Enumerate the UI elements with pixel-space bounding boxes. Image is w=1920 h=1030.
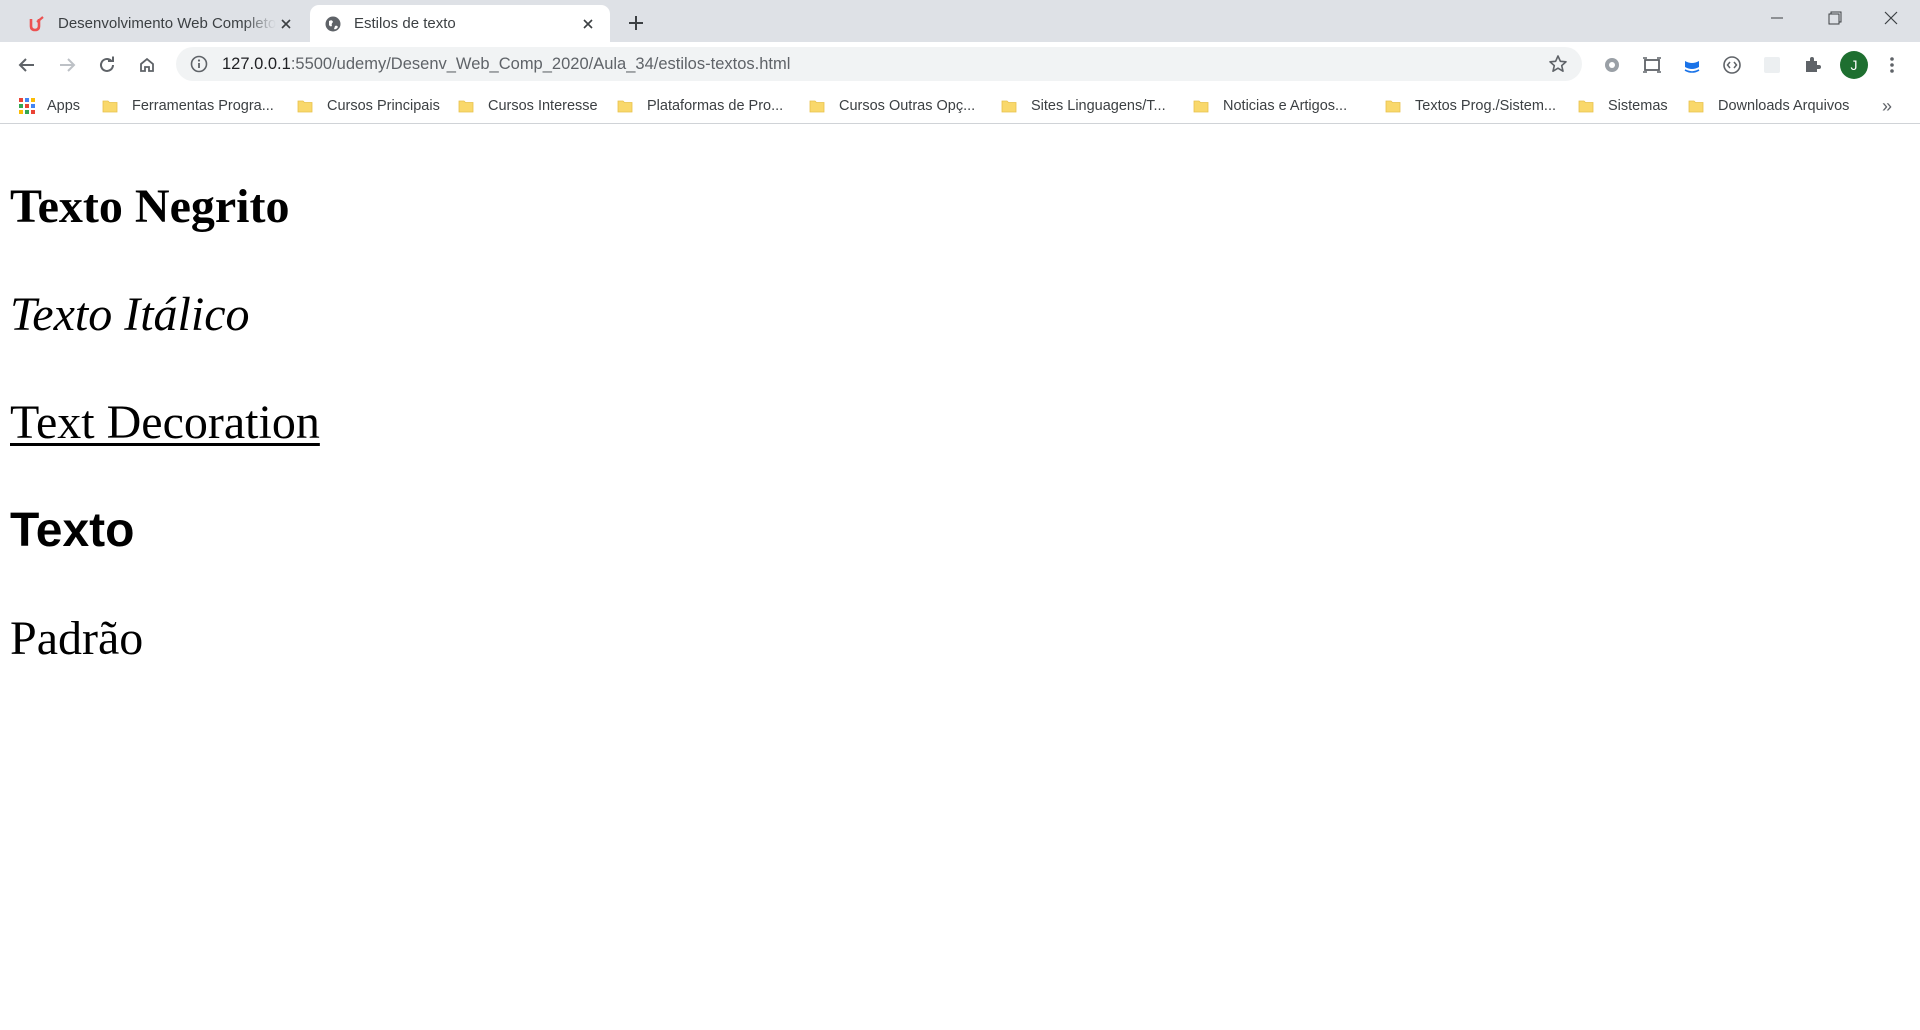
sans-bold-text: Texto xyxy=(10,504,135,557)
bookmark-apps[interactable]: Apps xyxy=(19,93,80,119)
tab-estilos-de-texto[interactable]: Estilos de texto xyxy=(310,5,610,42)
info-icon[interactable] xyxy=(189,54,209,74)
extensions-puzzle-icon[interactable] xyxy=(1798,51,1826,79)
bookmark-label: Sistemas xyxy=(1608,98,1668,114)
bookmark-star-icon[interactable] xyxy=(1546,52,1570,76)
tab-udemy[interactable]: Desenvolvimento Web Completo xyxy=(14,5,308,42)
folder-icon xyxy=(1385,100,1401,113)
bookmarks-overflow-button[interactable]: » xyxy=(1882,93,1892,119)
folder-icon xyxy=(617,100,633,113)
bookmark-folder[interactable]: Ferramentas Progra... xyxy=(102,93,274,119)
folder-icon xyxy=(1578,100,1594,113)
folder-icon xyxy=(1193,100,1209,113)
bookmark-label: Cursos Interesse xyxy=(488,98,598,114)
screen-capture-icon[interactable] xyxy=(1638,51,1666,79)
apps-grid-icon xyxy=(19,98,35,114)
bold-text: Texto Negrito xyxy=(10,180,290,233)
address-bar[interactable]: 127.0.0.1:5500/udemy/Desenv_Web_Comp_202… xyxy=(176,47,1582,81)
extension-blue-icon[interactable] xyxy=(1678,51,1706,79)
forward-button[interactable] xyxy=(51,49,83,81)
bookmark-folder[interactable]: Sites Linguagens/T... xyxy=(1001,93,1166,119)
bookmark-folder[interactable]: Plataformas de Pro... xyxy=(617,93,783,119)
page-content: Texto Negrito Texto Itálico Text Decorat… xyxy=(0,124,1920,1030)
profile-avatar[interactable]: J xyxy=(1840,51,1868,79)
url-text: 127.0.0.1:5500/udemy/Desenv_Web_Comp_202… xyxy=(222,55,1546,74)
bookmark-folder[interactable]: Cursos Outras Opç... xyxy=(809,93,975,119)
tab-title: Desenvolvimento Web Completo xyxy=(58,15,276,32)
menu-kebab-icon[interactable] xyxy=(1878,51,1906,79)
bookmark-folder[interactable]: Cursos Principais xyxy=(297,93,440,119)
tab-title: Estilos de texto xyxy=(354,15,456,32)
folder-icon xyxy=(458,100,474,113)
bookmark-folder[interactable]: Noticias e Artigos... xyxy=(1193,93,1347,119)
extension-gear-icon[interactable] xyxy=(1598,51,1626,79)
home-button[interactable] xyxy=(131,49,163,81)
bookmark-label: Cursos Outras Opç... xyxy=(839,98,976,114)
close-icon[interactable] xyxy=(276,14,296,34)
url-host: 127.0.0.1 xyxy=(222,54,291,73)
bookmark-label: Plataformas de Pro... xyxy=(647,98,784,114)
bookmark-label: Downloads Arquivos xyxy=(1718,98,1850,114)
close-window-button[interactable] xyxy=(1862,0,1920,36)
url-path: :5500/udemy/Desenv_Web_Comp_2020/Aula_34… xyxy=(290,54,791,73)
close-icon[interactable] xyxy=(578,14,598,34)
folder-icon xyxy=(1688,100,1704,113)
italic-text: Texto Itálico xyxy=(10,288,250,341)
reload-button[interactable] xyxy=(91,49,123,81)
globe-icon xyxy=(324,15,342,33)
extension-blank-icon[interactable] xyxy=(1758,51,1786,79)
bookmark-label: Apps xyxy=(47,98,81,114)
new-tab-button[interactable] xyxy=(622,9,650,37)
folder-icon xyxy=(809,100,825,113)
toolbar: 127.0.0.1:5500/udemy/Desenv_Web_Comp_202… xyxy=(0,42,1920,88)
bookmark-folder[interactable]: Sistemas xyxy=(1578,93,1668,119)
tab-strip: Desenvolvimento Web Completo Estilos de … xyxy=(0,0,1920,42)
decoration-text: Text Decoration xyxy=(10,396,320,449)
bookmarks-bar: Apps Ferramentas Progra... Cursos Princi… xyxy=(0,88,1920,124)
bookmark-label: Noticias e Artigos... xyxy=(1223,98,1348,114)
udemy-icon xyxy=(28,15,46,33)
plain-text: Padrão xyxy=(10,612,144,665)
extension-code-icon[interactable] xyxy=(1718,51,1746,79)
bookmark-folder[interactable]: Textos Prog./Sistem... xyxy=(1385,93,1556,119)
restore-button[interactable] xyxy=(1806,0,1864,36)
bookmark-folder[interactable]: Downloads Arquivos xyxy=(1688,93,1849,119)
folder-icon xyxy=(297,100,313,113)
minimize-button[interactable] xyxy=(1748,0,1806,36)
bookmark-label: Textos Prog./Sistem... xyxy=(1415,98,1557,114)
folder-icon xyxy=(102,100,118,113)
folder-icon xyxy=(1001,100,1017,113)
bookmark-label: Sites Linguagens/T... xyxy=(1031,98,1166,114)
back-button[interactable] xyxy=(11,49,43,81)
bookmark-label: Cursos Principais xyxy=(327,98,440,114)
bookmark-folder[interactable]: Cursos Interesse xyxy=(458,93,598,119)
bookmark-label: Ferramentas Progra... xyxy=(132,98,274,114)
